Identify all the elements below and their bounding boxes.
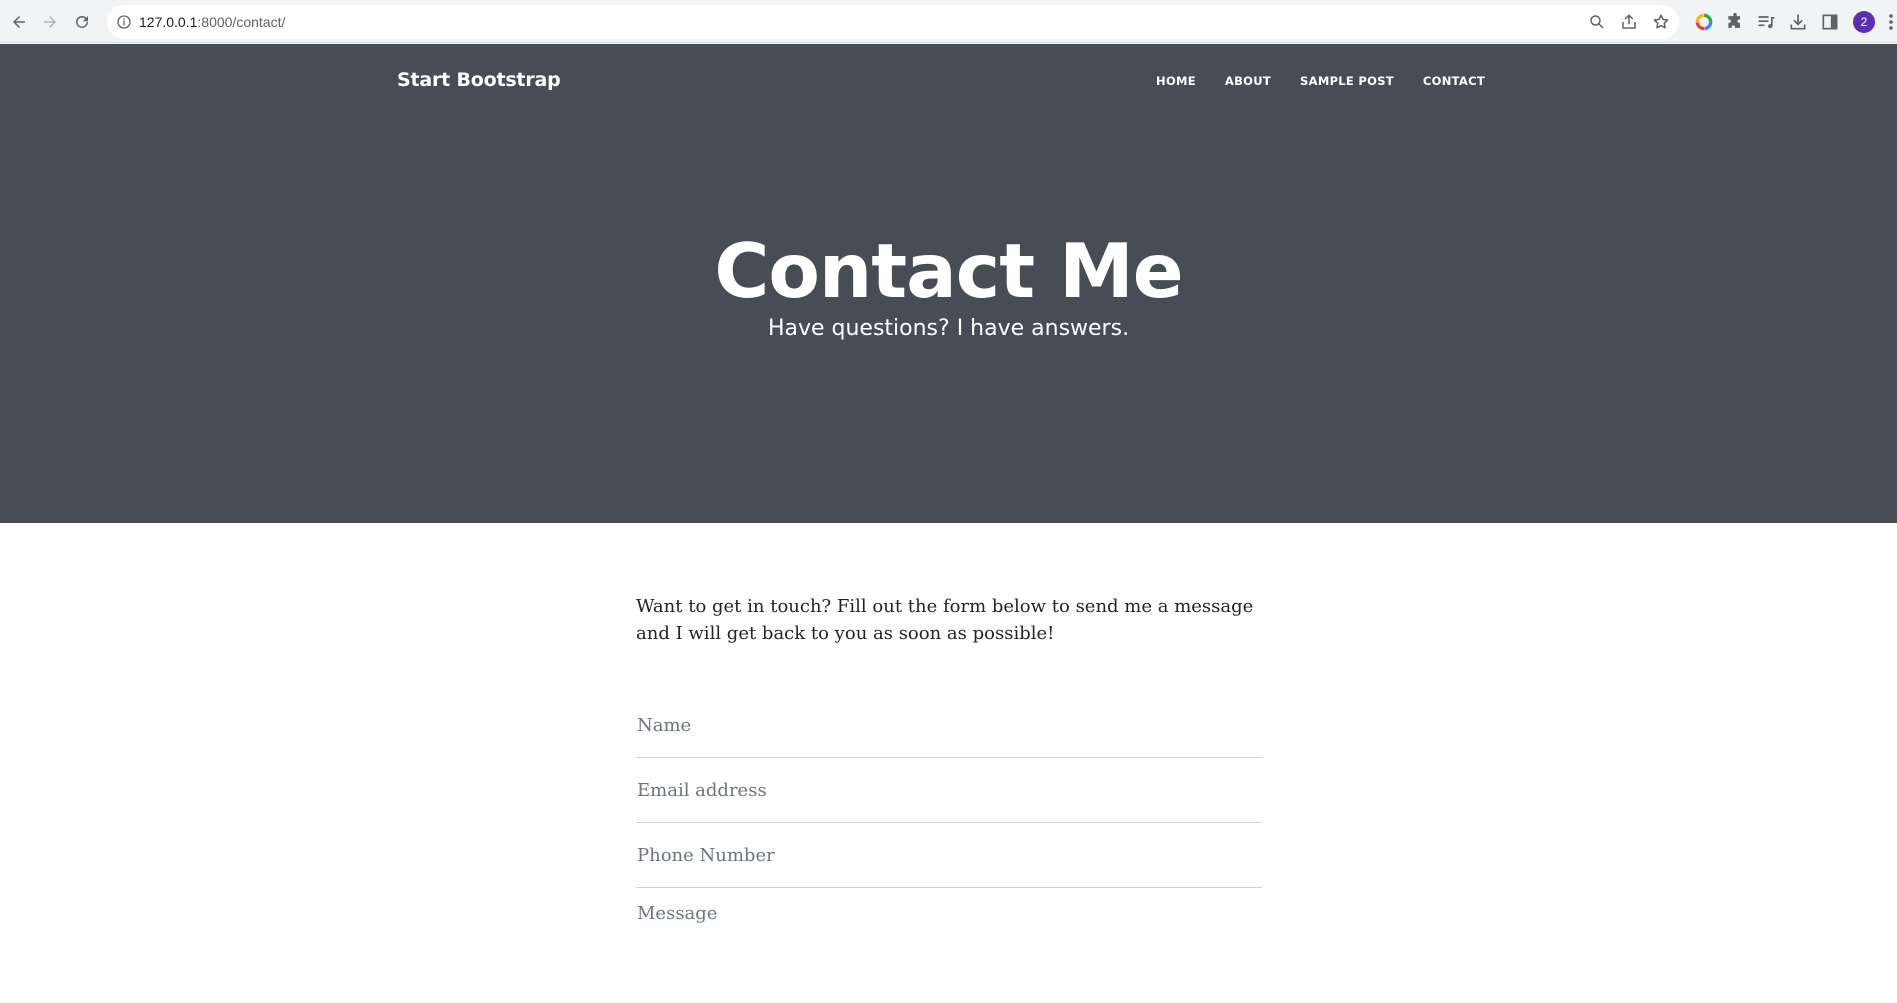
page-subtitle: Have questions? I have answers. (767, 316, 1130, 341)
share-button[interactable] (1620, 13, 1638, 31)
main-nav: HOME ABOUT SAMPLE POST CONTACT (1156, 74, 1485, 88)
contact-form (636, 693, 1262, 978)
puzzle-icon (1728, 12, 1740, 28)
browser-toolbar: 127.0.0.1:8000/contact/ 2 (0, 0, 1897, 43)
phone-field-wrapper (636, 823, 1262, 888)
info-icon[interactable] (116, 14, 132, 30)
page-title: Contact Me (714, 227, 1183, 315)
nav-link-home[interactable]: HOME (1156, 74, 1196, 88)
extension-colorwheel-button[interactable] (1694, 12, 1714, 32)
reload-button[interactable] (70, 10, 94, 34)
intro-text: Want to get in touch? Fill out the form … (636, 596, 1254, 644)
forward-button[interactable] (38, 10, 62, 34)
side-panel-button[interactable] (1820, 12, 1840, 32)
playlist-icon (1758, 16, 1775, 29)
bookmark-button[interactable] (1652, 13, 1670, 31)
magnifier-icon (1590, 15, 1604, 29)
media-button[interactable] (1756, 12, 1776, 32)
name-field-wrapper (636, 693, 1262, 758)
url-host: 127.0.0.1 (139, 14, 198, 30)
download-icon (1790, 14, 1806, 30)
nav-link-sample-post[interactable]: SAMPLE POST (1300, 74, 1394, 88)
more-menu-icon[interactable] (1887, 12, 1895, 32)
back-button[interactable] (7, 10, 31, 34)
downloads-button[interactable] (1788, 12, 1808, 32)
zoom-button[interactable] (1588, 13, 1606, 31)
masthead: Start Bootstrap HOME ABOUT SAMPLE POST C… (0, 44, 1897, 523)
message-input[interactable] (636, 888, 1262, 978)
email-field-wrapper (636, 758, 1262, 823)
share-icon (1622, 14, 1636, 29)
contact-content: Want to get in touch? Fill out the form … (636, 593, 1262, 978)
side-panel-icon (1822, 14, 1838, 30)
arrow-left-icon (13, 16, 25, 28)
url-path: :8000/contact/ (197, 14, 286, 30)
phone-input[interactable] (636, 823, 1262, 887)
message-field-wrapper (636, 888, 1262, 978)
extensions-button[interactable] (1725, 12, 1745, 32)
color-wheel-icon (1695, 13, 1713, 31)
nav-link-about[interactable]: ABOUT (1225, 74, 1271, 88)
name-input[interactable] (636, 693, 1262, 757)
address-bar[interactable]: 127.0.0.1:8000/contact/ (107, 5, 1679, 39)
arrow-right-icon (44, 16, 56, 28)
brand-link[interactable]: Start Bootstrap (397, 69, 561, 91)
reload-icon (76, 15, 88, 28)
nav-link-contact[interactable]: CONTACT (1423, 74, 1485, 88)
profile-avatar[interactable]: 2 (1853, 11, 1875, 33)
url-text[interactable]: 127.0.0.1:8000/contact/ (139, 14, 285, 30)
email-input[interactable] (636, 758, 1262, 822)
star-icon (1653, 14, 1669, 29)
